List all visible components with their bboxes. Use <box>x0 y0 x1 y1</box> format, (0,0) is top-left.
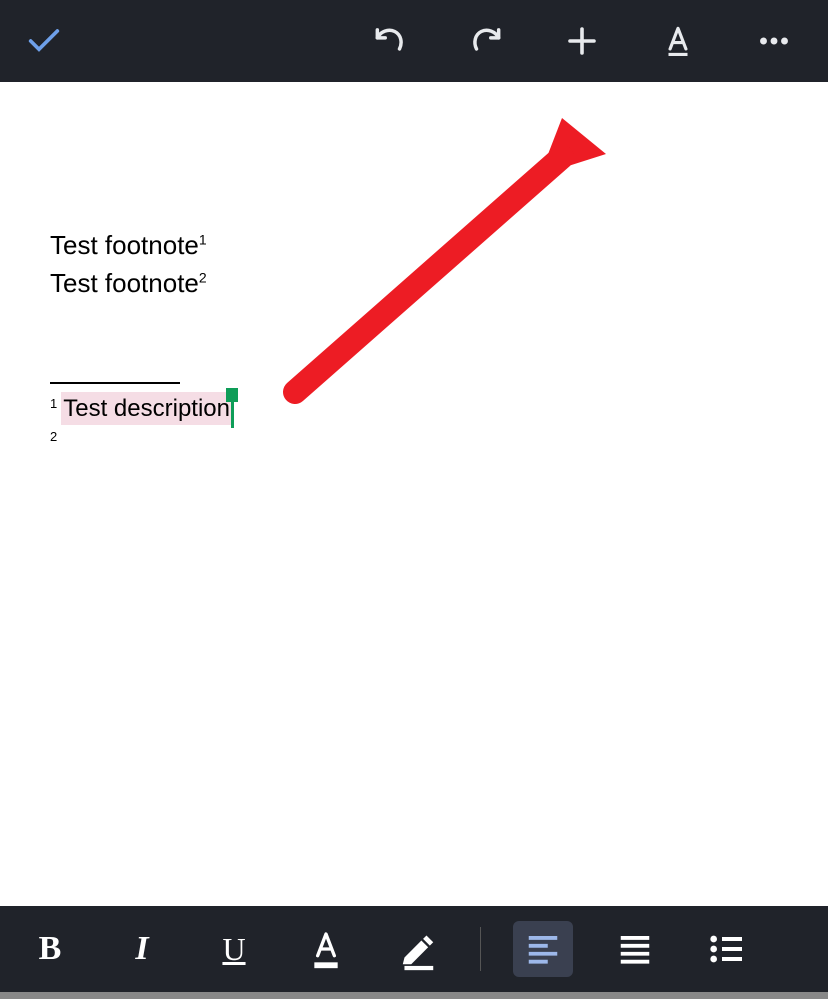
bold-button[interactable]: B <box>20 921 80 977</box>
align-justify-icon <box>616 930 654 968</box>
italic-label: I <box>135 930 148 968</box>
footnote-row-1[interactable]: 1 Test description <box>50 392 778 426</box>
underline-button[interactable]: U <box>204 921 264 977</box>
body-line-2[interactable]: Test footnote2 <box>50 265 778 301</box>
bulleted-list-button[interactable] <box>697 921 757 977</box>
document-area[interactable]: Test footnote1 Test footnote2 1 Test des… <box>0 82 828 906</box>
footnote-number-1: 1 <box>50 392 57 410</box>
text-cursor-icon <box>231 402 234 428</box>
body-text-1: Test footnote <box>50 230 199 260</box>
cursor-handle-icon[interactable] <box>226 388 238 402</box>
redo-icon <box>467 22 505 60</box>
check-icon <box>24 21 64 61</box>
align-left-button[interactable] <box>513 921 573 977</box>
align-left-icon <box>524 930 562 968</box>
more-icon <box>756 23 792 59</box>
highlight-button[interactable] <box>388 921 448 977</box>
done-button[interactable] <box>20 17 68 65</box>
footnote-number-2: 2 <box>50 425 57 443</box>
body-line-1[interactable]: Test footnote1 <box>50 227 778 263</box>
body-sup-2: 2 <box>199 270 207 286</box>
text-color-icon <box>306 927 346 971</box>
footnote-text-1-highlight: Test description <box>61 392 232 426</box>
plus-icon <box>564 23 600 59</box>
undo-button[interactable] <box>366 17 414 65</box>
more-button[interactable] <box>750 17 798 65</box>
bulleted-list-icon <box>707 929 747 969</box>
text-format-button[interactable] <box>654 17 702 65</box>
footnote-row-2[interactable]: 2 <box>50 425 778 443</box>
bold-label: B <box>39 930 62 968</box>
italic-button[interactable]: I <box>112 921 172 977</box>
align-justify-button[interactable] <box>605 921 665 977</box>
toolbar-divider <box>480 927 481 971</box>
underline-label: U <box>222 931 245 968</box>
add-button[interactable] <box>558 17 606 65</box>
highlight-icon <box>397 927 439 971</box>
bottom-edge <box>0 992 828 999</box>
text-color-button[interactable] <box>296 921 356 977</box>
footnote-text-1: Test description <box>63 395 230 422</box>
footnote-separator <box>50 382 180 384</box>
text-format-icon <box>659 22 697 60</box>
redo-button[interactable] <box>462 17 510 65</box>
top-toolbar <box>0 0 828 82</box>
body-sup-1: 1 <box>199 231 207 247</box>
undo-icon <box>371 22 409 60</box>
bottom-toolbar: B I U <box>0 906 828 992</box>
body-text-2: Test footnote <box>50 268 199 298</box>
